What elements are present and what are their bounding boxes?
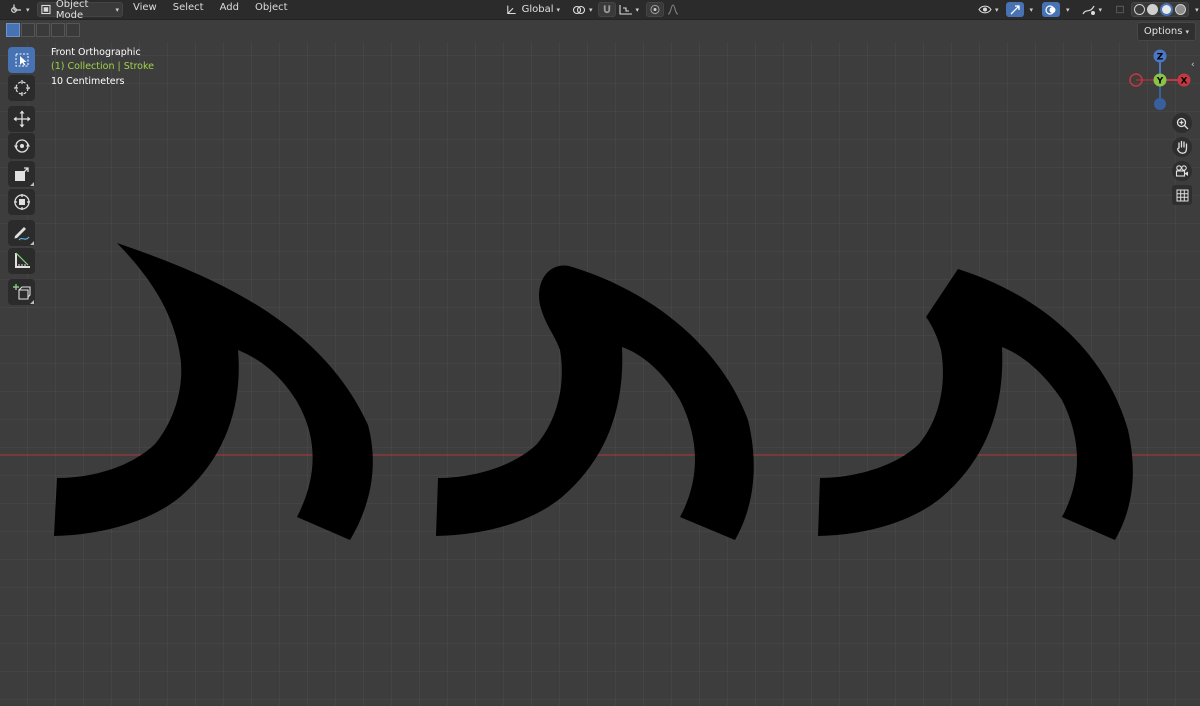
snap-toggle[interactable] — [597, 2, 616, 17]
select-subtract-icon[interactable] — [36, 23, 50, 37]
falloff-curve-icon — [667, 4, 679, 15]
visibility-dropdown[interactable]: ▾ — [975, 2, 1002, 17]
pivot-point-dropdown[interactable]: ▾ — [569, 2, 596, 17]
gizmo-y-label: Y — [1156, 77, 1164, 87]
chevron-down-icon: ▾ — [1066, 5, 1070, 14]
tool-scale[interactable] — [8, 161, 35, 187]
viewport-header: ▾ Object Mode ▾ View Select Add Object G… — [0, 0, 1200, 21]
tool-options-corner — [30, 182, 34, 186]
tool-rotate[interactable] — [8, 133, 35, 159]
gizmo-icon — [1010, 4, 1020, 14]
menu-object[interactable]: Object — [247, 2, 296, 13]
mode-label: Object Mode — [55, 0, 89, 21]
tool-options-corner — [30, 300, 34, 304]
zoom-button[interactable] — [1172, 113, 1192, 133]
chevron-down-icon: ▾ — [26, 5, 30, 14]
magnet-icon — [603, 5, 610, 14]
eye-icon — [978, 5, 992, 14]
toggle-ortho-button[interactable] — [1172, 185, 1192, 205]
scale-icon — [14, 167, 29, 181]
menu-select[interactable]: Select — [165, 2, 212, 13]
gizmo-dropdown[interactable]: ▾ — [1024, 2, 1037, 17]
annotate-pencil-icon — [14, 227, 29, 241]
tool-options-corner — [30, 241, 34, 245]
add-cube-icon — [12, 284, 31, 300]
proportional-editing-toggle[interactable] — [646, 2, 665, 17]
selection-mode-group — [6, 23, 81, 37]
tool-move[interactable] — [8, 106, 35, 132]
grid-units: 10 Centimeters — [51, 76, 125, 87]
tool-measure[interactable] — [8, 248, 35, 274]
falloff-dropdown[interactable] — [664, 2, 682, 17]
select-invert-icon[interactable] — [51, 23, 65, 37]
chevron-down-icon: ▾ — [1185, 27, 1189, 36]
chevron-down-icon: ▾ — [589, 5, 593, 14]
tool-annotate[interactable] — [8, 220, 35, 246]
tool-add-cube[interactable] — [8, 279, 35, 305]
stroke-overlay-icon — [1082, 5, 1095, 15]
chevron-down-icon: ▾ — [115, 5, 119, 14]
chevron-down-icon: ▾ — [556, 5, 560, 14]
object-mode-icon — [41, 4, 51, 15]
xray-toggle[interactable] — [1113, 2, 1127, 17]
rotate-icon — [13, 139, 30, 153]
grease-pencil-overlay-toggle[interactable]: ▾ — [1079, 2, 1106, 17]
pan-button[interactable] — [1172, 137, 1192, 157]
select-intersect-icon[interactable] — [66, 23, 80, 37]
camera-view-button[interactable] — [1172, 161, 1192, 181]
orientation-icon — [507, 5, 516, 14]
snap-target-dropdown[interactable]: ▾ — [616, 2, 643, 17]
editor-type-button[interactable]: ▾ — [6, 2, 33, 17]
transform-orientation-dropdown[interactable]: Global ▾ — [503, 2, 563, 17]
menu-add[interactable]: Add — [212, 2, 247, 13]
tool-transform[interactable] — [8, 189, 35, 215]
gizmo-z-label: Z — [1157, 53, 1164, 63]
pivot-icon — [572, 5, 586, 14]
wireframe-shading-icon[interactable] — [1134, 4, 1146, 15]
select-new-icon[interactable] — [6, 23, 20, 37]
options-dropdown[interactable]: Options ▾ — [1136, 22, 1196, 41]
gizmo-neg-z-axis[interactable] — [1154, 98, 1166, 110]
snap-increment-icon — [618, 5, 632, 15]
xray-icon — [1116, 5, 1124, 14]
camera-icon — [1175, 164, 1188, 177]
chevron-down-icon: ▾ — [995, 5, 999, 14]
chevron-down-icon: ▾ — [1098, 5, 1103, 14]
zoom-magnifier-icon — [1176, 117, 1188, 129]
move-arrows-icon — [13, 110, 30, 128]
cursor-arrow-icon — [15, 53, 28, 67]
grid-icon — [1176, 189, 1188, 201]
tool-cursor[interactable] — [8, 75, 35, 101]
hand-icon — [1176, 140, 1187, 154]
rendered-shading-icon[interactable] — [1175, 4, 1187, 15]
shading-mode-group — [1131, 2, 1190, 17]
crosshair-cursor-icon — [13, 80, 30, 96]
chevron-down-icon: ▾ — [635, 5, 640, 14]
mode-dropdown[interactable]: Object Mode ▾ — [37, 0, 123, 21]
material-shading-icon[interactable] — [1160, 3, 1174, 16]
chevron-down-icon: ▾ — [1029, 5, 1034, 14]
proportional-icon — [650, 4, 660, 15]
collection-info: (1) Collection | Stroke — [51, 61, 154, 72]
chevron-down-icon: ▾ — [1195, 5, 1199, 14]
axes-editor-icon — [11, 4, 21, 13]
gizmo-x-label: X — [1181, 77, 1188, 87]
orientation-label: Global — [521, 4, 554, 15]
select-extend-icon[interactable] — [21, 23, 35, 37]
solid-shading-icon[interactable] — [1147, 4, 1159, 15]
options-label: Options — [1143, 26, 1183, 37]
menu-view[interactable]: View — [125, 2, 165, 13]
measure-ruler-icon — [14, 252, 30, 268]
navigation-gizmo[interactable]: Z X Y — [1122, 44, 1198, 116]
overlays-dropdown[interactable]: ▾ — [1060, 2, 1073, 17]
overlays-icon — [1045, 4, 1056, 15]
tool-select-box[interactable] — [8, 47, 35, 73]
transform-icon — [13, 194, 30, 210]
viewport-canvas[interactable] — [0, 42, 1200, 706]
overlays-toggle[interactable] — [1042, 2, 1061, 17]
gizmo-toggle[interactable] — [1005, 2, 1024, 17]
shading-dropdown[interactable]: ▾ — [1189, 2, 1200, 17]
view-title: Front Orthographic — [51, 47, 141, 58]
sidebar-toggle[interactable]: ‹ — [1191, 60, 1195, 70]
